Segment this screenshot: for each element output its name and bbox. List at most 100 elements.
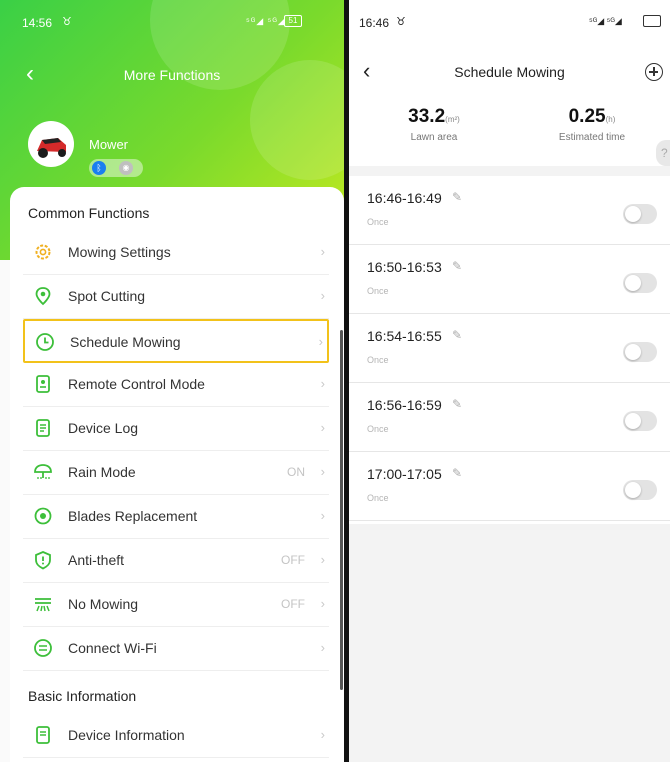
schedule-toggle[interactable] [623, 273, 657, 293]
schedule-toggle[interactable] [623, 342, 657, 362]
schedule-time-range: 16:54-16:55 [367, 328, 442, 344]
page-title: Schedule Mowing [454, 64, 565, 80]
menu-item-schedule-mowing[interactable]: Schedule Mowing › [23, 319, 329, 363]
schedule-frequency: Once [367, 217, 389, 227]
toggle-knob [625, 413, 641, 429]
menu-item-label: Device Log [68, 420, 139, 436]
schedule-frequency: Once [367, 355, 389, 365]
edit-pencil-icon[interactable]: ✎ [452, 190, 462, 204]
lawn-area-stat: 33.2(m²) Lawn area [379, 106, 489, 143]
menu-item-anti-theft[interactable]: Anti-theft OFF › [23, 539, 329, 583]
wifi-icon: ◉ [119, 161, 133, 175]
edit-pencil-icon[interactable]: ✎ [452, 397, 462, 411]
menu-item-label: Mowing Settings [68, 244, 171, 260]
bluetooth-icon: ᛒ [92, 161, 106, 175]
help-tab[interactable]: ? [656, 140, 670, 166]
toggle-knob [625, 206, 641, 222]
lawn-area-unit: (m²) [445, 115, 460, 124]
menu-item-spot-cutting[interactable]: Spot Cutting › [23, 275, 329, 319]
status-time: 16:46 [359, 16, 390, 30]
more-functions-screen: 14:56 ♉ ⁵ᴳ◢ ⁵ᴳ◢ 51 ‹ More Functions Mowe… [0, 0, 344, 762]
status-bar: 14:56 ♉ ⁵ᴳ◢ ⁵ᴳ◢ 51 [0, 0, 344, 36]
wifi-connect-icon [33, 638, 53, 658]
menu-item-rain-mode[interactable]: Rain Mode ON › [23, 451, 329, 495]
chevron-right-icon: › [320, 420, 325, 435]
estimated-time-unit: (h) [605, 115, 616, 124]
edit-pencil-icon[interactable]: ✎ [452, 466, 462, 480]
alarm-icon: ♉ [62, 16, 72, 28]
menu-item-no-mowing[interactable]: No Mowing OFF › [23, 583, 329, 627]
chevron-right-icon: › [320, 244, 325, 259]
gear-icon [33, 242, 53, 262]
estimated-time-value: 0.25 [568, 106, 606, 127]
menu-item-label: Device Information [68, 727, 185, 743]
menu-item-connect-wi-fi[interactable]: Connect Wi-Fi › [23, 627, 329, 671]
menu-item-label: Blades Replacement [68, 508, 198, 524]
schedule-time-range: 16:56-16:59 [367, 397, 442, 413]
alarm-icon: ♉ [396, 16, 406, 28]
schedule-toggle[interactable] [623, 204, 657, 224]
umbrella-icon [33, 462, 53, 482]
basic-information-heading: Basic Information [28, 688, 137, 704]
schedule-item[interactable]: 16:46-16:49 ✎ Once [349, 176, 670, 245]
edit-pencil-icon[interactable]: ✎ [452, 328, 462, 342]
toggle-knob [625, 344, 641, 360]
schedule-header: ‹ Schedule Mowing 33.2(m²) Lawn area 0.2… [349, 36, 670, 166]
remote-control-icon [33, 374, 53, 394]
add-circle-icon[interactable] [645, 63, 663, 81]
mower-icon [37, 138, 66, 158]
menu-item-value: OFF [281, 597, 305, 611]
blade-icon [33, 506, 53, 526]
device-info-icon [33, 725, 53, 745]
clock-icon [35, 332, 55, 352]
menu-item-label: Remote Control Mode [68, 376, 205, 392]
menu-item-device-log[interactable]: Device Log › [23, 407, 329, 451]
menu-item-label: Spot Cutting [68, 288, 146, 304]
battery-icon [643, 15, 661, 27]
signal-icon: ⁵ᴳ◢ ⁵ᴳ◢ [589, 16, 622, 26]
schedule-time-range: 16:50-16:53 [367, 259, 442, 275]
schedule-mowing-screen: 16:46 ♉ ⁵ᴳ◢ ⁵ᴳ◢ ‹ Schedule Mowing 33.2(m… [349, 0, 670, 762]
schedule-toggle[interactable] [623, 411, 657, 431]
top-nav: ‹ More Functions [0, 60, 344, 90]
chevron-right-icon: › [320, 464, 325, 479]
menu-item-value: OFF [281, 553, 305, 567]
schedule-item[interactable]: 16:56-16:59 ✎ Once [349, 383, 670, 452]
estimated-time-caption: Estimated time [558, 132, 626, 143]
chevron-right-icon: › [320, 727, 325, 742]
chevron-right-icon: › [320, 552, 325, 567]
schedule-frequency: Once [367, 424, 389, 434]
scrollbar[interactable] [340, 330, 343, 690]
lawn-area-caption: Lawn area [410, 132, 458, 143]
status-bar: 16:46 ♉ ⁵ᴳ◢ ⁵ᴳ◢ [349, 0, 670, 36]
menu-item-remote-control-mode[interactable]: Remote Control Mode › [23, 363, 329, 407]
menu-item-label: Schedule Mowing [70, 334, 181, 350]
schedule-item[interactable]: 16:50-16:53 ✎ Once [349, 245, 670, 314]
device-name: Mower [89, 137, 129, 152]
page-title: More Functions [123, 67, 221, 83]
menu-item-value: ON [287, 465, 305, 479]
location-pin-icon [33, 286, 53, 306]
schedule-time-range: 16:46-16:49 [367, 190, 442, 206]
schedule-frequency: Once [367, 493, 389, 503]
common-functions-heading: Common Functions [28, 205, 150, 221]
battery-icon: 51 [284, 15, 302, 27]
menu-item-mowing-settings[interactable]: Mowing Settings › [23, 231, 329, 275]
schedule-toggle[interactable] [623, 480, 657, 500]
shield-icon [33, 550, 53, 570]
toggle-knob [625, 275, 641, 291]
menu-item-device-information[interactable]: Device Information › [23, 714, 329, 758]
schedule-item[interactable]: 16:54-16:55 ✎ Once [349, 314, 670, 383]
menu-item-label: Connect Wi-Fi [68, 640, 157, 656]
menu-item-label: No Mowing [68, 596, 139, 612]
schedule-frequency: Once [367, 286, 389, 296]
chevron-right-icon: › [320, 508, 325, 523]
functions-card: Common Functions Mowing Settings › Spot Cu… [10, 187, 344, 762]
mower-avatar [28, 121, 74, 167]
menu-item-label: Rain Mode [68, 464, 136, 480]
toggle-knob [625, 482, 641, 498]
edit-pencil-icon[interactable]: ✎ [452, 259, 462, 273]
menu-item-blades-replacement[interactable]: Blades Replacement › [23, 495, 329, 539]
schedule-item[interactable]: 17:00-17:05 ✎ Once [349, 452, 670, 521]
lawn-area-value: 33.2 [408, 106, 446, 127]
